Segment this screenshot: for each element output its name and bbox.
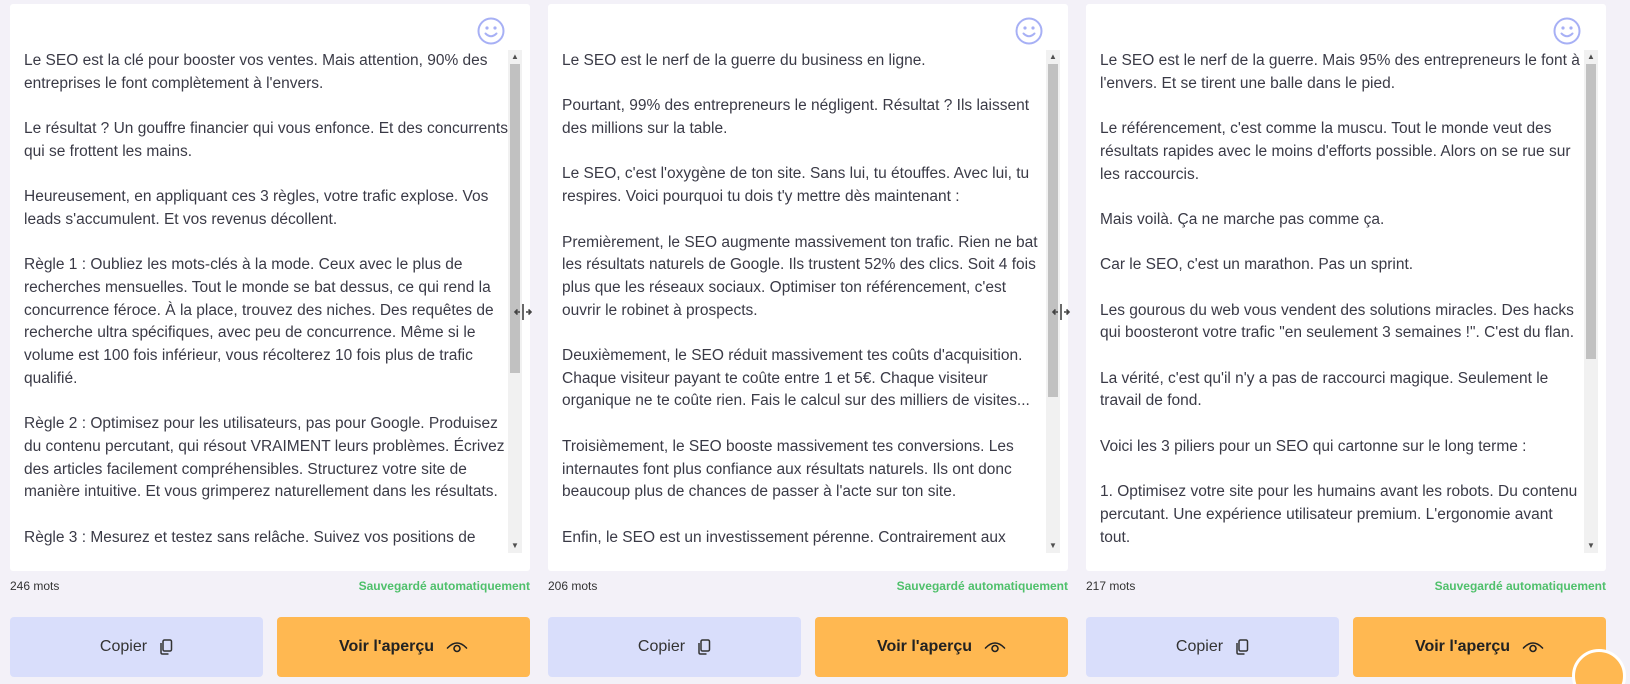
paragraph: La vérité, c'est qu'il n'y a pas de racc… [1100,369,1549,410]
preview-button[interactable]: Voir l'aperçu [277,617,530,677]
text-column-3: Le SEO est le nerf de la guerre. Mais 95… [1086,4,1626,684]
smiley-icon[interactable] [1014,16,1044,46]
copy-button-label: Copier [99,638,148,655]
autosave-status: Sauvegardé automatiquement [358,579,530,593]
text-column-1: Le SEO est la clé pour booster vos vente… [10,4,530,677]
copy-button[interactable]: Copier [548,617,801,677]
paragraph: Règle 1 : Oubliez les mots-clés à la mod… [24,256,494,387]
paragraph: Le référencement, c'est comme la muscu. … [1100,120,1571,183]
text-editor[interactable]: Le SEO est le nerf de la guerre du busin… [562,50,1046,553]
paragraph: Règle 2 : Optimisez pour les utilisateur… [24,415,505,501]
paragraph: Mais voilà. Ça ne marche pas comme ça. [1100,210,1385,228]
paragraph: Le SEO est le nerf de la guerre. Mais 95… [1100,52,1580,92]
scroll-thumb[interactable] [1048,64,1058,397]
autosave-status: Sauvegardé automatiquement [1434,579,1606,593]
status-row: 217 mots Sauvegardé automatiquement [1086,577,1606,597]
text-card: Le SEO est le nerf de la guerre du busin… [548,4,1068,571]
paragraph: Les gourous du web vous vendent des solu… [1100,301,1575,342]
scroll-down-arrow[interactable]: ▼ [1584,539,1598,553]
eye-icon [1522,642,1544,653]
scroll-down-arrow[interactable]: ▼ [508,539,522,553]
preview-button[interactable]: Voir l'aperçu [1353,617,1606,677]
paragraph: Le SEO, c'est l'oxygène de ton site. San… [562,165,1030,206]
paragraph: Heureusement, en appliquant ces 3 règles… [24,188,489,228]
text-editor[interactable]: Le SEO est la clé pour booster vos vente… [24,50,508,553]
scroll-up-arrow[interactable]: ▲ [1584,50,1598,64]
paragraph: Premièrement, le SEO augmente massivemen… [562,233,1038,319]
scroll-thumb[interactable] [1586,64,1596,359]
scroll-thumb[interactable] [510,64,520,373]
word-count: 217 mots [1086,579,1136,593]
smiley-icon[interactable] [1552,16,1582,46]
text-column-2: Le SEO est le nerf de la guerre du busin… [548,4,1068,677]
smiley-icon[interactable] [476,16,506,46]
status-row: 206 mots Sauvegardé automatiquement [548,577,1068,597]
preview-button[interactable]: Voir l'aperçu [815,617,1068,677]
vertical-scrollbar[interactable]: ▲ ▼ [1584,50,1598,553]
column-resize-icon[interactable] [1051,302,1071,322]
paragraph: Enfin, le SEO est un investissement pére… [562,528,1006,546]
copy-icon [1236,639,1249,655]
scroll-up-arrow[interactable]: ▲ [1046,50,1060,64]
status-row: 246 mots Sauvegardé automatiquement [10,577,530,597]
preview-button-label: Voir l'aperçu [1414,638,1511,655]
text-card: Le SEO est le nerf de la guerre. Mais 95… [1086,4,1606,571]
paragraph: Pourtant, 99% des entrepreneurs le négli… [562,97,1029,138]
paragraph: Car le SEO, c'est un marathon. Pas un sp… [1100,256,1414,274]
copy-button[interactable]: Copier [10,617,263,677]
copy-button[interactable]: Copier [1086,617,1339,677]
text-card: Le SEO est la clé pour booster vos vente… [10,4,530,571]
word-count: 246 mots [10,579,60,593]
copy-button-label: Copier [637,638,686,655]
paragraph: Le SEO est la clé pour booster vos vente… [24,52,488,92]
paragraph: Le SEO est le nerf de la guerre du busin… [562,52,926,69]
paragraph: Voici les 3 piliers pour un SEO qui cart… [1100,437,1527,455]
paragraph: Le résultat ? Un gouffre financier qui v… [24,120,508,160]
preview-button-label: Voir l'aperçu [876,638,973,655]
copy-icon [698,639,711,655]
paragraph: Règle 3 : Mesurez et testez sans relâche… [24,528,476,546]
eye-icon [984,642,1006,653]
paragraph: Deuxièmement, le SEO réduit massivement … [562,347,1030,410]
eye-icon [446,642,468,653]
text-editor[interactable]: Le SEO est le nerf de la guerre. Mais 95… [1100,50,1584,553]
scroll-down-arrow[interactable]: ▼ [1046,539,1060,553]
copy-icon [160,639,173,655]
copy-button-label: Copier [1175,638,1224,655]
paragraph: Troisièmement, le SEO booste massivement… [562,437,1014,501]
action-buttons: Copier Voir l'aperçu [548,617,1068,677]
action-buttons: Copier Voir l'aperçu [10,617,530,677]
autosave-status: Sauvegardé automatiquement [896,579,1068,593]
column-resize-icon[interactable] [513,302,533,322]
action-buttons: Copier Voir l'aperçu [1086,617,1626,684]
paragraph: 1. Optimisez votre site pour les humains… [1100,483,1578,546]
scroll-up-arrow[interactable]: ▲ [508,50,522,64]
word-count: 206 mots [548,579,598,593]
preview-button-label: Voir l'aperçu [338,638,435,655]
